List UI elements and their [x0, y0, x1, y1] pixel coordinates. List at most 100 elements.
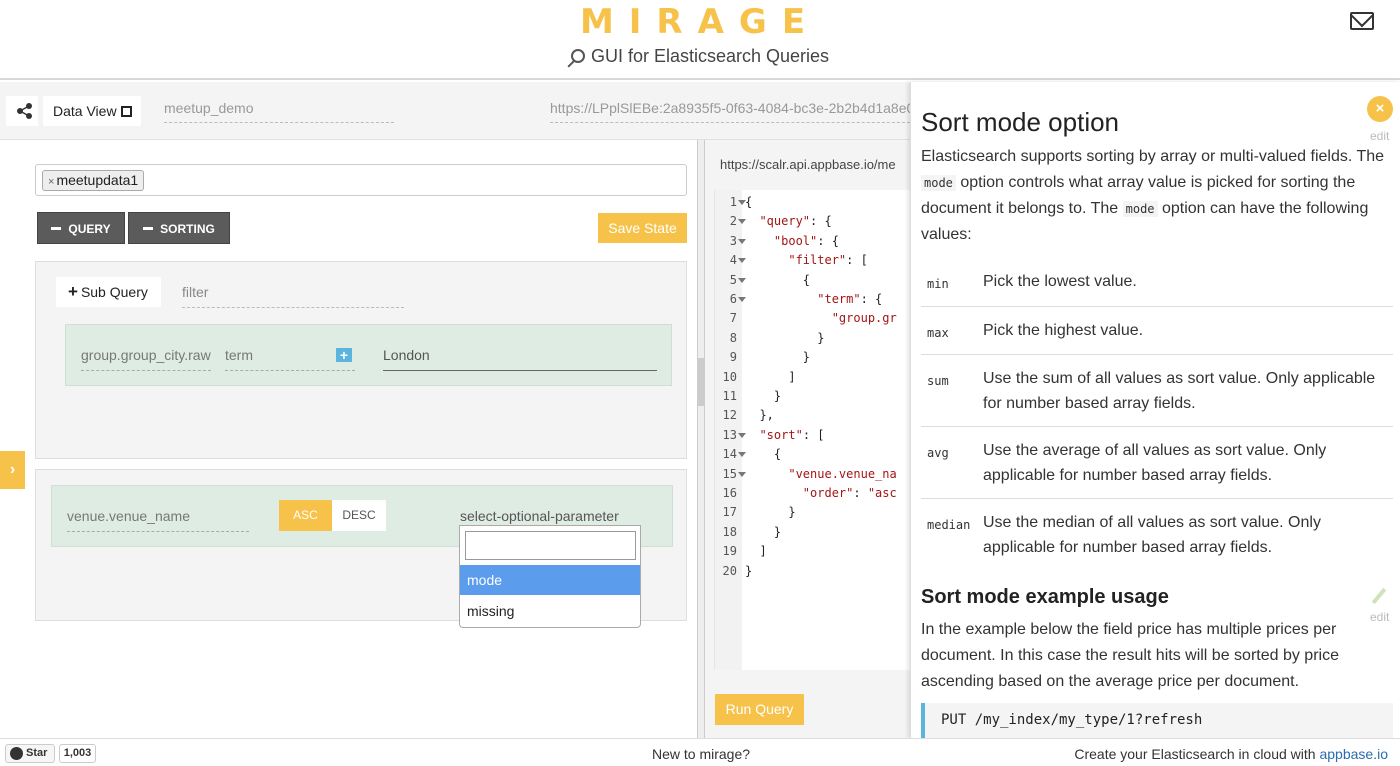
line-number: 16 [722, 486, 737, 500]
query-field-select[interactable]: group.group_city.raw [81, 347, 211, 371]
dropdown-option-mode[interactable]: mode [460, 565, 640, 595]
code-line[interactable]: ] [745, 542, 766, 561]
mode-desc: Pick the highest value. [983, 322, 1144, 339]
data-view-button[interactable]: Data View [43, 96, 141, 126]
code-line[interactable]: }, [745, 406, 773, 425]
line-number: 6 [729, 292, 737, 306]
app-url-field[interactable]: https://LPplSlEBe:2a8935f5-0f63-4084-bc3… [550, 100, 910, 123]
line-number: 20 [722, 563, 737, 578]
tagline-text: GUI for Elasticsearch Queries [590, 46, 830, 66]
inline-code: mode [1122, 201, 1158, 217]
code-line[interactable]: "order": "asc [745, 484, 897, 503]
appbase-link[interactable]: appbase.io [1319, 746, 1388, 762]
line-number: 18 [722, 524, 737, 539]
sorting-toggle-button[interactable]: SORTING [128, 212, 230, 244]
mode-row: avg Use the average of all values as sor… [921, 427, 1393, 499]
mode-name: min [927, 277, 949, 291]
mode-row: median Use the median of all values as s… [921, 499, 1393, 571]
line-number: 13 [722, 427, 737, 442]
mail-icon[interactable] [1350, 12, 1374, 30]
line-number: 4 [729, 253, 737, 268]
line-number: 3 [729, 233, 737, 248]
external-link-icon [120, 106, 132, 117]
line-number: 12 [722, 408, 737, 423]
mode-desc: Pick the lowest value. [983, 273, 1137, 290]
panel-splitter[interactable] [697, 140, 705, 738]
mode-row: min Pick the lowest value. [921, 258, 1393, 307]
type-tag[interactable]: × meetupdata1 [42, 170, 145, 191]
line-number: 19 [722, 544, 737, 559]
code-line[interactable]: "bool": { [745, 232, 839, 251]
dropdown-search-input[interactable] [465, 531, 636, 560]
minus-icon [51, 227, 62, 231]
code-line[interactable]: ] [745, 368, 795, 387]
code-line[interactable]: } [745, 562, 752, 581]
code-line[interactable]: { [745, 271, 810, 290]
type-select-input[interactable]: × meetupdata1 [35, 164, 687, 196]
query-box: + Sub Query filter group.group_city.raw t… [35, 261, 687, 459]
query-toggle-button[interactable]: QUERY [37, 212, 125, 244]
code-line[interactable]: { [745, 193, 752, 212]
mode-desc: Use the average of all values as sort va… [983, 442, 1327, 484]
sort-field-select[interactable]: venue.venue_name [67, 508, 249, 532]
save-state-button[interactable]: Save State [598, 213, 687, 243]
dropdown-option-missing[interactable]: missing [460, 596, 640, 626]
code-line[interactable]: } [745, 329, 824, 348]
add-query-icon[interactable]: + [336, 348, 352, 362]
code-line[interactable]: } [745, 523, 781, 542]
code-line[interactable]: } [745, 503, 795, 522]
edit-link[interactable]: edit [1370, 129, 1389, 143]
add-sub-query-button[interactable]: + Sub Query [56, 277, 161, 307]
desc-button[interactable]: DESC [332, 500, 386, 531]
plus-icon: + [68, 282, 78, 301]
code-line[interactable]: "query": { [745, 212, 831, 231]
line-number: 1 [729, 195, 737, 209]
close-icon[interactable]: × [1367, 96, 1393, 122]
code-line[interactable]: } [745, 387, 781, 406]
line-number: 7 [729, 311, 737, 326]
doc-title: Sort mode option [921, 107, 1120, 137]
app-logo: MIRAGE [579, 2, 821, 42]
github-star-button[interactable]: Star [5, 744, 55, 763]
line-number: 5 [729, 272, 737, 287]
line-number: 11 [722, 389, 737, 403]
new-to-mirage-link[interactable]: New to mirage? [652, 746, 750, 762]
code-line[interactable]: "term": { [745, 290, 882, 309]
mode-name: median [927, 518, 971, 532]
code-line[interactable]: "sort": [ [745, 426, 824, 445]
code-line[interactable]: } [745, 348, 810, 367]
app-name-field[interactable]: meetup_demo [164, 100, 394, 123]
pencil-icon [1371, 587, 1387, 605]
line-number: 15 [722, 466, 737, 481]
optional-parameter-select[interactable]: select-optional-parameter [460, 508, 619, 524]
line-number: 8 [729, 330, 737, 345]
code-line[interactable]: "group.gr [745, 309, 897, 328]
inline-code: mode [921, 175, 956, 191]
code-line[interactable]: "filter": [ [745, 251, 867, 270]
json-editor[interactable]: 1{2 "query": {3 "bool": {4 "filter": [5 … [714, 190, 910, 670]
line-number: 14 [722, 447, 737, 462]
share-button[interactable] [6, 96, 38, 126]
query-builder-panel: × meetupdata1 QUERY SORTING Save State + S… [0, 140, 697, 738]
sub-query-label: Sub Query [80, 284, 148, 300]
code-line[interactable]: { [745, 445, 781, 464]
asc-button[interactable]: ASC [279, 500, 332, 531]
doc-subtitle: Sort mode example usage [921, 586, 1169, 608]
remove-tag-icon[interactable]: × [48, 176, 54, 188]
line-number: 17 [722, 505, 737, 520]
mode-row: max Pick the highest value. [921, 307, 1393, 355]
query-row: group.group_city.raw term + London [65, 324, 672, 386]
splitter-grip[interactable] [698, 358, 704, 406]
data-view-label: Data View [53, 103, 117, 119]
app-tagline: GUI for Elasticsearch Queries [0, 46, 1400, 67]
create-cloud-text: Create your Elasticsearch in cloud with … [1074, 746, 1388, 762]
query-value-input[interactable]: London [383, 347, 657, 371]
doc-intro-text: Elasticsearch supports sorting by array … [921, 148, 1385, 165]
mode-desc: Use the median of all values as sort val… [983, 514, 1321, 556]
run-query-button[interactable]: Run Query [715, 694, 804, 725]
star-count[interactable]: 1,003 [59, 744, 96, 763]
expand-panel-chevron-icon[interactable]: › [0, 451, 25, 489]
type-tag-label: meetupdata1 [56, 172, 139, 188]
bool-type-select[interactable]: filter [182, 284, 404, 308]
code-line[interactable]: "venue.venue_na [745, 465, 896, 484]
